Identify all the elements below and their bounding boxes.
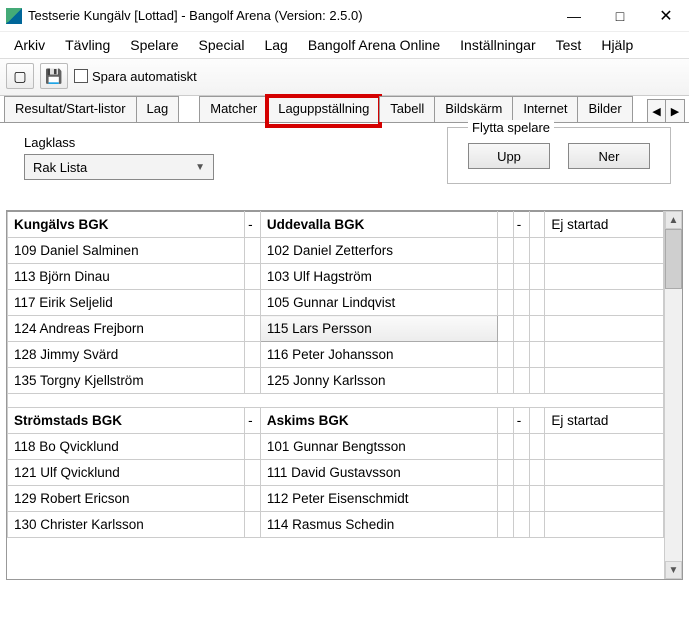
home-team: Strömstads BGK <box>8 408 245 434</box>
menu-hjalp[interactable]: Hjälp <box>593 35 641 55</box>
match-header-row[interactable]: Kungälvs BGK-Uddevalla BGK-Ej startad <box>8 212 664 238</box>
player-row[interactable]: 113 Björn Dinau 103 Ulf Hagström <box>8 264 664 290</box>
move-down-button[interactable]: Ner <box>568 143 650 169</box>
menu-special[interactable]: Special <box>191 35 253 55</box>
away-player[interactable]: 114 Rasmus Schedin <box>260 512 497 538</box>
minimize-button[interactable]: — <box>551 0 597 31</box>
crop-icon: ▢ <box>13 68 26 85</box>
away-player[interactable]: 105 Gunnar Lindqvist <box>260 290 497 316</box>
titlebar: Testserie Kungälv [Lottad] - Bangolf Are… <box>0 0 689 32</box>
home-player[interactable]: 118 Bo Qvicklund <box>8 434 245 460</box>
away-player[interactable]: 112 Peter Eisenschmidt <box>260 486 497 512</box>
app-icon <box>6 8 22 24</box>
tab-tabell[interactable]: Tabell <box>379 96 435 122</box>
lagklass-label: Lagklass <box>24 135 214 150</box>
menu-tavling[interactable]: Tävling <box>57 35 118 55</box>
scroll-up-icon[interactable]: ▲ <box>665 211 682 229</box>
tab-lag[interactable]: Lag <box>136 96 180 122</box>
tab-internet[interactable]: Internet <box>512 96 578 122</box>
tab-laguppstallning[interactable]: Laguppställning <box>267 96 380 122</box>
away-player[interactable]: 111 David Gustavsson <box>260 460 497 486</box>
tab-scroll-left[interactable]: ◀ <box>648 100 666 122</box>
home-player[interactable]: 113 Björn Dinau <box>8 264 245 290</box>
player-row[interactable]: 135 Torgny Kjellström 125 Jonny Karlsson <box>8 368 664 394</box>
dash: - <box>245 212 261 238</box>
move-fieldset-title: Flytta spelare <box>468 120 554 135</box>
menu-spelare[interactable]: Spelare <box>122 35 186 55</box>
player-row[interactable]: 128 Jimmy Svärd 116 Peter Johansson <box>8 342 664 368</box>
match-header-row[interactable]: Strömstads BGK-Askims BGK-Ej startad <box>8 408 664 434</box>
home-player[interactable]: 109 Daniel Salminen <box>8 238 245 264</box>
player-row[interactable]: 118 Bo Qvicklund 101 Gunnar Bengtsson <box>8 434 664 460</box>
away-player[interactable]: 125 Jonny Karlsson <box>260 368 497 394</box>
chevron-down-icon: ▼ <box>195 162 205 173</box>
player-row[interactable]: 130 Christer Karlsson 114 Rasmus Schedin <box>8 512 664 538</box>
toolbar-save-button[interactable]: 💾 <box>40 63 68 89</box>
tool-panel: Lagklass Rak Lista ▼ Flytta spelare Upp … <box>0 123 689 192</box>
away-player[interactable]: 103 Ulf Hagström <box>260 264 497 290</box>
lagklass-value: Rak Lista <box>33 160 87 175</box>
close-button[interactable]: ✕ <box>643 0 689 31</box>
player-row[interactable]: 121 Ulf Qvicklund 111 David Gustavsson <box>8 460 664 486</box>
tab-bilder[interactable]: Bilder <box>577 96 632 122</box>
home-player[interactable]: 121 Ulf Qvicklund <box>8 460 245 486</box>
lineup-grid[interactable]: Kungälvs BGK-Uddevalla BGK-Ej startad109… <box>7 211 664 579</box>
match-status: Ej startad <box>545 212 664 238</box>
home-player[interactable]: 128 Jimmy Svärd <box>8 342 245 368</box>
away-player[interactable]: 115 Lars Persson <box>260 316 497 342</box>
tab-scroll: ◀ ▶ <box>647 99 685 122</box>
away-player[interactable]: 101 Gunnar Bengtsson <box>260 434 497 460</box>
lagklass-group: Lagklass Rak Lista ▼ <box>24 135 214 184</box>
menu-test[interactable]: Test <box>548 35 590 55</box>
toolbar-crop-button[interactable]: ▢ <box>6 63 34 89</box>
away-player[interactable]: 102 Daniel Zetterfors <box>260 238 497 264</box>
match-status: Ej startad <box>545 408 664 434</box>
away-player[interactable]: 116 Peter Johansson <box>260 342 497 368</box>
home-player[interactable]: 135 Torgny Kjellström <box>8 368 245 394</box>
save-icon: 💾 <box>45 68 62 85</box>
home-player[interactable]: 117 Eirik Seljelid <box>8 290 245 316</box>
scroll-thumb[interactable] <box>665 229 682 289</box>
player-row[interactable]: 109 Daniel Salminen 102 Daniel Zetterfors <box>8 238 664 264</box>
lagklass-dropdown[interactable]: Rak Lista ▼ <box>24 154 214 180</box>
home-player[interactable]: 124 Andreas Frejborn <box>8 316 245 342</box>
lineup-grid-wrap: Kungälvs BGK-Uddevalla BGK-Ej startad109… <box>6 210 683 580</box>
autosave-toggle[interactable]: Spara automatiskt <box>74 69 197 84</box>
away-team: Uddevalla BGK <box>260 212 497 238</box>
player-row[interactable]: 124 Andreas Frejborn 115 Lars Persson <box>8 316 664 342</box>
menu-installningar[interactable]: Inställningar <box>452 35 544 55</box>
home-team: Kungälvs BGK <box>8 212 245 238</box>
home-player[interactable]: 130 Christer Karlsson <box>8 512 245 538</box>
tab-resultat[interactable]: Resultat/Start-listor <box>4 96 137 122</box>
autosave-label: Spara automatiskt <box>92 69 197 84</box>
dash: - <box>245 408 261 434</box>
maximize-button[interactable]: □ <box>597 0 643 31</box>
move-fieldset: Flytta spelare Upp Ner <box>447 127 671 184</box>
window-title: Testserie Kungälv [Lottad] - Bangolf Are… <box>28 8 551 23</box>
toolbar: ▢ 💾 Spara automatiskt <box>0 58 689 96</box>
menu-arkiv[interactable]: Arkiv <box>6 35 53 55</box>
menubar: Arkiv Tävling Spelare Special Lag Bangol… <box>0 32 689 58</box>
menu-bangolf-online[interactable]: Bangolf Arena Online <box>300 35 448 55</box>
scroll-down-icon[interactable]: ▼ <box>665 561 682 579</box>
player-row[interactable]: 117 Eirik Seljelid 105 Gunnar Lindqvist <box>8 290 664 316</box>
menu-lag[interactable]: Lag <box>256 35 295 55</box>
home-player[interactable]: 129 Robert Ericson <box>8 486 245 512</box>
move-up-button[interactable]: Upp <box>468 143 550 169</box>
away-team: Askims BGK <box>260 408 497 434</box>
scrollbar[interactable]: ▲ ▼ <box>664 211 682 579</box>
tab-bildskarm[interactable]: Bildskärm <box>434 96 513 122</box>
tab-scroll-right[interactable]: ▶ <box>666 100 684 122</box>
autosave-checkbox[interactable] <box>74 69 88 83</box>
tab-matcher[interactable]: Matcher <box>199 96 268 122</box>
player-row[interactable]: 129 Robert Ericson 112 Peter Eisenschmidt <box>8 486 664 512</box>
tabstrip: Resultat/Start-listor Lag Matcher Lagupp… <box>0 96 689 123</box>
